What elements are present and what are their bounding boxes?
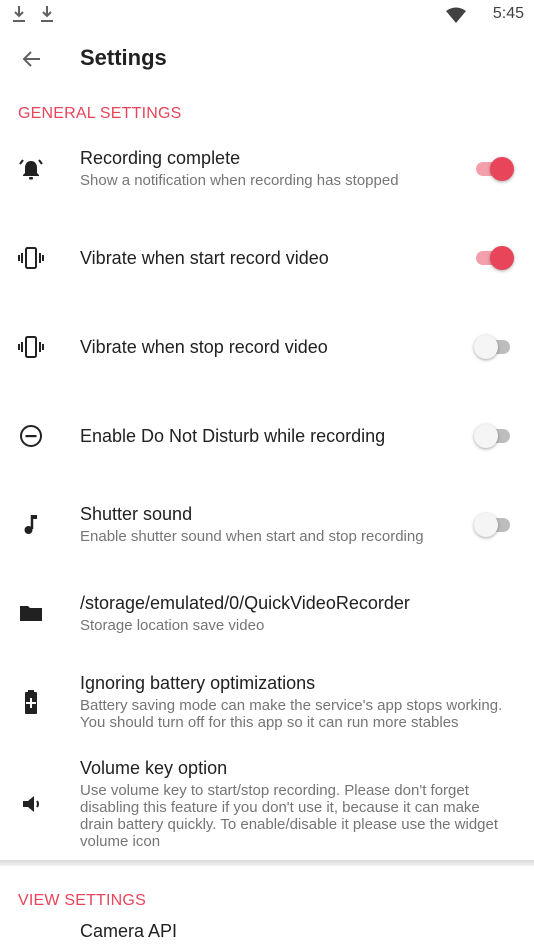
setting-subtitle: Use volume key to start/stop recording. … [80, 782, 499, 850]
setting-storage-location[interactable]: /storage/emulated/0/QuickVideoRecorder S… [0, 585, 534, 645]
setting-subtitle: Show a notification when recording has s… [80, 172, 399, 189]
music-note-icon [24, 515, 37, 534]
battery-plus-icon [25, 690, 37, 714]
download-icon [13, 6, 25, 22]
setting-battery-optimizations[interactable]: Ignoring battery optimizations Battery s… [0, 665, 534, 740]
setting-title: /storage/emulated/0/QuickVideoRecorder [80, 593, 410, 613]
setting-subtitle: Enable shutter sound when start and stop… [80, 528, 424, 545]
setting-title: Volume key option [80, 758, 228, 778]
section-header-general: GENERAL SETTINGS [18, 105, 182, 122]
setting-title: Vibrate when stop record video [80, 337, 328, 357]
setting-camera-api[interactable]: Camera API [0, 915, 534, 949]
shutter-sound-switch[interactable] [474, 510, 512, 540]
setting-title: Vibrate when start record video [80, 248, 329, 268]
vibrate-start-switch[interactable] [476, 243, 514, 273]
recording-complete-switch[interactable] [476, 154, 514, 184]
wifi-icon [446, 7, 466, 23]
section-header-view: VIEW SETTINGS [18, 892, 146, 909]
status-bar: 5:45 [0, 0, 534, 28]
app-bar: Settings [0, 28, 534, 90]
download-icon [41, 6, 53, 22]
setting-subtitle: Storage location save video [80, 617, 265, 634]
clock: 5:45 [492, 5, 524, 22]
setting-do-not-disturb[interactable]: Enable Do Not Disturb while recording [0, 408, 534, 464]
setting-shutter-sound[interactable]: Shutter sound Enable shutter sound when … [0, 496, 534, 556]
vibrate-icon [18, 336, 44, 358]
setting-subtitle: Battery saving mode can make the service… [80, 697, 503, 731]
page-title: Settings [80, 45, 167, 70]
setting-title: Enable Do Not Disturb while recording [80, 426, 386, 446]
setting-vibrate-start[interactable]: Vibrate when start record video [0, 230, 534, 286]
vibrate-icon [18, 247, 44, 269]
do-not-disturb-icon [20, 425, 42, 447]
volume-icon [23, 796, 39, 812]
setting-title: Recording complete [80, 148, 241, 168]
setting-title: Shutter sound [80, 504, 193, 524]
setting-title: Camera API [80, 921, 178, 941]
setting-recording-complete[interactable]: Recording complete Show a notification w… [0, 140, 534, 200]
back-arrow-icon[interactable] [20, 47, 44, 71]
do-not-disturb-switch[interactable] [474, 421, 512, 451]
setting-vibrate-stop[interactable]: Vibrate when stop record video [0, 319, 534, 375]
alarm-bell-icon [19, 159, 43, 180]
folder-icon [20, 606, 42, 621]
setting-volume-key[interactable]: Volume key option Use volume key to star… [0, 750, 534, 860]
vibrate-stop-switch[interactable] [474, 332, 512, 362]
setting-title: Ignoring battery optimizations [80, 673, 316, 693]
